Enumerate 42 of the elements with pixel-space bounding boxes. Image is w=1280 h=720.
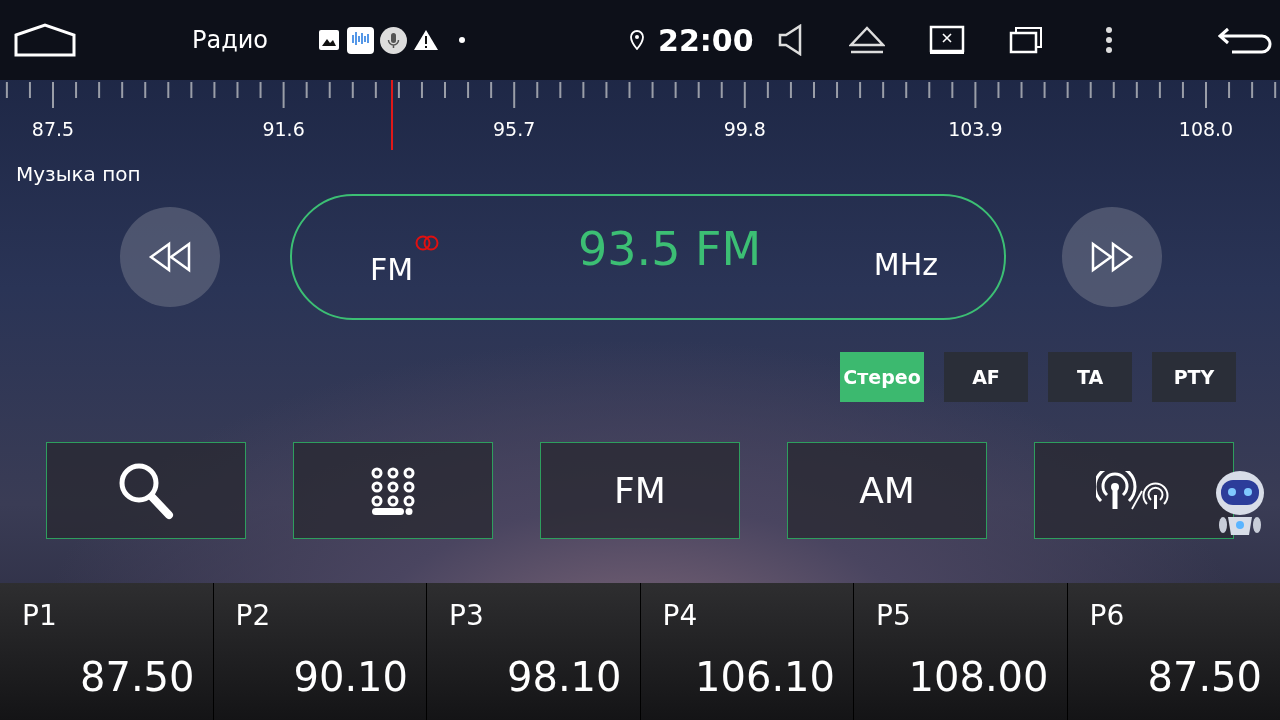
band-label: FM	[370, 251, 414, 287]
scale-label: 108.0	[1177, 118, 1235, 140]
preset-button[interactable]: P4 106.10	[640, 583, 853, 720]
rewind-icon	[147, 241, 193, 273]
rds-toggle-button[interactable]: AF	[944, 352, 1028, 402]
microphone-icon	[380, 26, 408, 54]
home-icon[interactable]	[14, 23, 76, 57]
screen-off-icon[interactable]	[928, 25, 965, 55]
clock-time: 22:00	[658, 22, 754, 58]
windows-icon[interactable]	[1008, 26, 1043, 54]
back-icon[interactable]	[1217, 25, 1274, 55]
fast-forward-icon	[1089, 241, 1135, 273]
app-icon	[347, 26, 375, 54]
keypad-button[interactable]	[293, 442, 493, 539]
band-button[interactable]: AM	[787, 442, 987, 539]
eject-icon[interactable]	[848, 26, 885, 54]
preset-button[interactable]: P1 87.50	[0, 583, 213, 720]
unit-label: MHz	[873, 246, 938, 282]
rds-toggle-button[interactable]: TA	[1048, 352, 1132, 402]
scale-label: 103.9	[947, 118, 1004, 140]
image-icon	[318, 29, 341, 51]
warning-icon	[413, 29, 440, 51]
menu-icon[interactable]	[1104, 26, 1113, 54]
band-button[interactable]: FM	[540, 442, 740, 539]
location-icon	[630, 30, 645, 50]
station-name: Музыка поп	[16, 162, 141, 186]
dot-icon	[459, 37, 466, 43]
preset-button[interactable]: P2 90.10	[213, 583, 426, 720]
app-title: Радио	[192, 26, 269, 54]
tuning-needle[interactable]	[390, 80, 393, 150]
scale-label: 95.7	[492, 118, 537, 140]
antenna-button[interactable]	[1034, 442, 1234, 539]
search-button[interactable]	[46, 442, 246, 539]
rds-toggle-button[interactable]: PTY	[1152, 352, 1236, 402]
scale-label: 99.8	[722, 118, 767, 140]
scale-label: 87.5	[30, 118, 76, 140]
scale-label: 91.6	[261, 118, 306, 140]
preset-button[interactable]: P3 98.10	[427, 583, 640, 720]
preset-button[interactable]: P6 87.50	[1067, 583, 1280, 720]
frequency-readout: 93.5 FM	[578, 222, 762, 276]
preset-button[interactable]: P5 108.00	[854, 583, 1067, 720]
speaker-icon[interactable]	[777, 24, 804, 56]
